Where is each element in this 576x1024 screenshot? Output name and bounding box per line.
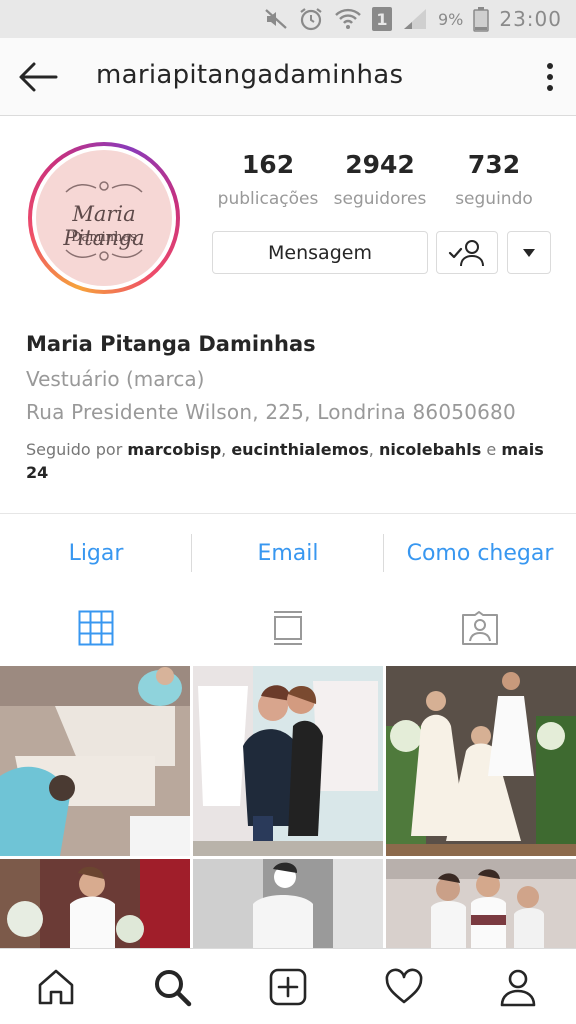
tagged-icon <box>462 611 498 645</box>
post-thumbnail <box>386 859 576 948</box>
nav-activity[interactable] <box>382 965 426 1009</box>
stat-posts-count: 162 <box>241 150 295 179</box>
grid-post[interactable] <box>193 859 383 948</box>
followed-by-user[interactable]: marcobisp <box>127 440 221 459</box>
following-status-button[interactable] <box>436 231 498 274</box>
feed-icon <box>274 611 302 645</box>
following-check-user-icon <box>448 239 484 266</box>
stat-posts-label: publicações <box>217 189 319 209</box>
stat-followers-label: seguidores <box>333 189 427 209</box>
nav-search[interactable] <box>150 965 194 1009</box>
directions-button[interactable]: Como chegar <box>384 534 576 572</box>
profile-icon <box>500 969 536 1007</box>
profile-address[interactable]: Rua Presidente Wilson, 225, Londrina 860… <box>26 400 516 424</box>
activity-heart-icon <box>385 968 423 1004</box>
battery-percent: 9% <box>437 9 464 29</box>
post-thumbnail <box>193 859 383 948</box>
grid-post[interactable] <box>386 666 576 856</box>
bottom-navigation <box>0 948 576 1024</box>
stat-following[interactable]: 732 seguindo <box>446 150 542 209</box>
stat-following-count: 732 <box>467 150 521 179</box>
message-button[interactable]: Mensagem <box>212 231 428 274</box>
status-bar: 1 9% 23:00 <box>0 0 576 38</box>
alarm-icon <box>300 8 322 31</box>
grid-post[interactable] <box>193 666 383 856</box>
stat-followers[interactable]: 2942 seguidores <box>326 150 434 209</box>
grid-post[interactable] <box>0 859 190 948</box>
more-options-icon[interactable] <box>544 60 556 94</box>
stat-following-label: seguindo <box>455 189 533 209</box>
mute-icon <box>265 9 287 29</box>
avatar-logo-subtitle: Daminhas <box>71 230 137 245</box>
search-icon <box>155 970 192 1007</box>
grid-post[interactable] <box>386 859 576 948</box>
tab-tagged[interactable] <box>460 608 500 648</box>
status-icons: 1 9% 23:00 <box>264 6 562 32</box>
clock: 23:00 <box>499 7 562 31</box>
nav-add-post[interactable] <box>266 965 310 1009</box>
followed-by-text[interactable]: Seguido por marcobisp, eucinthialemos, n… <box>26 438 566 484</box>
home-icon <box>38 969 74 1005</box>
back-arrow-icon[interactable] <box>16 60 60 94</box>
avatar-story-ring[interactable]: Maria Pitanga Daminhas <box>28 142 180 294</box>
post-thumbnail <box>0 859 190 948</box>
tab-feed[interactable] <box>268 608 308 648</box>
post-thumbnail <box>193 666 383 856</box>
profile-name: Maria Pitanga Daminhas <box>26 332 316 356</box>
followed-by-prefix: Seguido por <box>26 440 123 459</box>
stat-followers-count: 2942 <box>345 150 415 179</box>
stat-posts: 162 publicações <box>210 150 326 209</box>
email-button[interactable]: Email <box>192 534 384 572</box>
photo-grid <box>0 666 576 948</box>
post-thumbnail <box>0 666 190 856</box>
suggestions-dropdown-button[interactable] <box>507 231 551 274</box>
add-post-icon <box>269 968 307 1006</box>
wifi-icon <box>335 8 361 29</box>
caret-down-icon <box>523 248 535 257</box>
avatar: Maria Pitanga Daminhas <box>36 150 172 286</box>
grid-icon <box>78 610 114 646</box>
page-title: mariapitangadaminhas <box>96 60 404 90</box>
followed-by-user[interactable]: eucinthialemos <box>231 440 368 459</box>
tab-grid[interactable] <box>76 608 116 648</box>
signal-icon <box>403 9 426 29</box>
followed-by-user[interactable]: nicolebahls <box>379 440 481 459</box>
battery-icon <box>473 7 490 32</box>
followed-by-and: e <box>486 440 497 459</box>
nav-home[interactable] <box>34 965 78 1009</box>
app-header: mariapitangadaminhas <box>0 38 576 116</box>
sim-icon: 1 <box>371 7 392 31</box>
profile-category: Vestuário (marca) <box>26 367 205 391</box>
grid-post[interactable] <box>0 666 190 856</box>
post-thumbnail <box>386 666 576 856</box>
nav-profile[interactable] <box>496 965 540 1009</box>
call-button[interactable]: Ligar <box>0 534 192 572</box>
contact-actions: Ligar Email Como chegar <box>0 513 576 591</box>
